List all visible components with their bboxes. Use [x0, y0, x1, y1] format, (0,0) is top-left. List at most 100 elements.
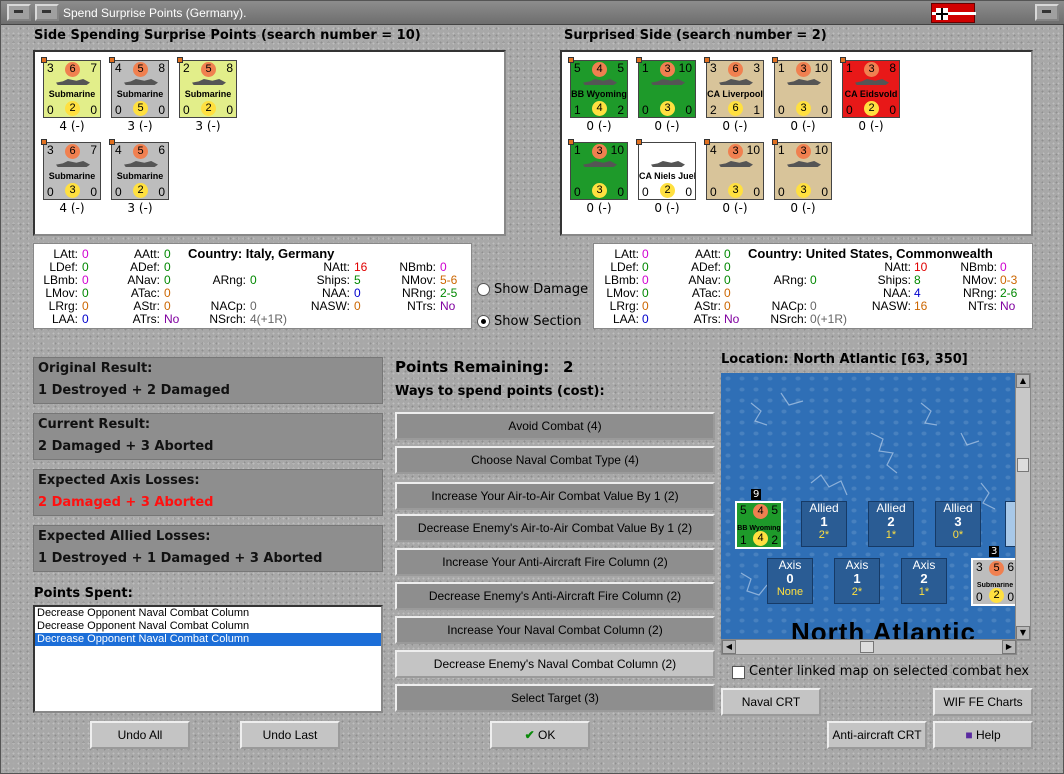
undo-all-button[interactable]: Undo All: [90, 721, 190, 749]
right-unit-counter[interactable]: 5 4 5 BB Wyoming 1 4 2: [568, 57, 628, 118]
increase-naval-combat-button[interactable]: Increase Your Naval Combat Column (2): [395, 616, 715, 644]
stat-value-nsrch: 0(+1R): [810, 312, 848, 326]
points-spent-list[interactable]: Decrease Opponent Naval Combat Column De…: [33, 605, 383, 713]
show-damage-label[interactable]: Show Damage: [494, 282, 588, 297]
axis-section-1[interactable]: Axis 1 2*: [834, 558, 880, 604]
unit-marker-icon: [636, 139, 642, 145]
close-button[interactable]: [1035, 4, 1059, 21]
right-unit-counter[interactable]: 3 6 3 CA Liverpool 2 6 1: [704, 57, 764, 118]
stat-value-anav: 0: [724, 273, 731, 287]
stat-label-laa: LAA:: [612, 312, 639, 326]
map-bb-wyoming-counter[interactable]: 5 4 5 BB Wyoming 1 4 2: [735, 501, 783, 549]
unit-tl: 5: [574, 61, 581, 75]
axis-section-2[interactable]: Axis 2 1*: [901, 558, 947, 604]
right-unit-counter[interactable]: CA Niels Juel 0 2 0: [636, 139, 696, 200]
center-map-checkbox[interactable]: [732, 666, 745, 679]
naval-crt-button[interactable]: Naval CRT: [721, 688, 821, 716]
unit-br: 0: [889, 103, 896, 117]
checkmark-icon: ✔: [524, 728, 535, 742]
scroll-right-icon[interactable]: ▶: [1002, 640, 1016, 654]
decrease-enemy-naval-combat-button[interactable]: Decrease Enemy's Naval Combat Column (2): [395, 650, 715, 678]
left-unit-counter[interactable]: 4 5 6 Submarine 0 2 0: [109, 139, 169, 200]
stat-label-nrng: NRng:: [962, 286, 997, 300]
unit-tr: 5: [617, 61, 624, 75]
stat-label-nbmb: NBmb:: [960, 260, 997, 274]
scroll-up-icon[interactable]: ▲: [1016, 374, 1030, 388]
help-button[interactable]: ■ Help: [933, 721, 1033, 749]
stat-label-arng: ARng:: [212, 273, 246, 287]
show-section-radio[interactable]: [477, 315, 490, 328]
wif-fe-charts-button[interactable]: WIF FE Charts: [933, 688, 1033, 716]
stat-label-ldef: LDef:: [610, 260, 639, 274]
scroll-left-icon[interactable]: ◀: [722, 640, 736, 654]
unit-tr: 10: [814, 61, 828, 75]
points-spent-item-selected[interactable]: Decrease Opponent Naval Combat Column: [35, 633, 381, 646]
unit-br: 0: [685, 103, 692, 117]
right-unit-counter[interactable]: 1 3 10 0 3 0: [772, 57, 832, 118]
right-unit-counter[interactable]: 1 3 8 CA Eidsvold 0 2 0: [840, 57, 900, 118]
left-unit-counter[interactable]: 3 6 7 Submarine 0 2 0: [41, 57, 101, 118]
allied-section-3[interactable]: Allied 3 0*: [935, 501, 981, 547]
ways-to-spend-label: Ways to spend points (cost):: [395, 384, 605, 399]
right-unit-counter[interactable]: 1 3 10 0 3 0: [636, 57, 696, 118]
anti-aircraft-crt-button[interactable]: Anti-aircraft CRT: [827, 721, 927, 749]
right-unit-counter[interactable]: 1 3 10 0 3 0: [772, 139, 832, 200]
select-target-button[interactable]: Select Target (3): [395, 684, 715, 712]
system-menu-button[interactable]: [7, 4, 31, 21]
decrease-enemy-aa-fire-button[interactable]: Decrease Enemy's Anti-Aircraft Fire Colu…: [395, 582, 715, 610]
choose-naval-combat-type-button[interactable]: Choose Naval Combat Type (4): [395, 446, 715, 474]
increase-air-to-air-button[interactable]: Increase Your Air-to-Air Combat Value By…: [395, 482, 715, 510]
stat-value-nrng: 2-6: [1000, 286, 1018, 300]
allied-section-value: 1*: [885, 529, 897, 541]
map-unit-bl: 1: [740, 533, 747, 547]
stat-label-adef: ADef:: [690, 260, 721, 274]
scroll-down-icon[interactable]: ▼: [1016, 626, 1030, 640]
horizontal-scroll-thumb[interactable]: [860, 641, 874, 653]
stat-value-lmov: 0: [642, 286, 649, 300]
unit-c: 3: [592, 144, 607, 159]
allied-section-2[interactable]: Allied 2 1*: [868, 501, 914, 547]
left-unit-counter[interactable]: 4 5 8 Submarine 0 5 0: [109, 57, 169, 118]
points-spent-item[interactable]: Decrease Opponent Naval Combat Column: [35, 620, 381, 633]
stat-value-adef: 0: [724, 260, 731, 274]
ok-button[interactable]: ✔ OK: [490, 721, 590, 749]
stat-value-ships: 8: [914, 273, 921, 287]
decrease-enemy-air-to-air-button[interactable]: Decrease Enemy's Air-to-Air Combat Value…: [395, 514, 715, 542]
map-horizontal-scrollbar[interactable]: ◀ ▶: [721, 639, 1017, 655]
stat-value-astr: 0: [164, 299, 171, 313]
stat-value-atrs: No: [724, 312, 740, 326]
minimize-button[interactable]: [35, 4, 59, 21]
vertical-scroll-thumb[interactable]: [1017, 458, 1029, 472]
left-unit-loss: 4 (-): [59, 119, 85, 133]
stat-value-nasw: 16: [914, 299, 928, 313]
help-book-icon: ■: [965, 728, 973, 742]
map-vertical-scrollbar[interactable]: ▲ ▼: [1015, 373, 1031, 641]
right-unit-loss: 0 (-): [722, 201, 748, 215]
allied-section-1[interactable]: Allied 1 2*: [801, 501, 847, 547]
show-damage-radio[interactable]: [477, 283, 490, 296]
stat-label-lmov: LMov:: [45, 286, 78, 300]
left-unit-counter[interactable]: 3 6 7 Submarine 0 3 0: [41, 139, 101, 200]
points-spent-item[interactable]: Decrease Opponent Naval Combat Column: [35, 607, 381, 620]
map-submarine-counter[interactable]: 3 5 6 Submarine 0 2 0: [971, 558, 1017, 606]
show-section-label[interactable]: Show Section: [494, 314, 582, 329]
stat-label-naa: NAA:: [321, 286, 350, 300]
unit-c: 5: [133, 144, 148, 159]
center-map-label[interactable]: Center linked map on selected combat hex: [749, 664, 1029, 679]
right-unit-counter[interactable]: 4 3 10 0 3 0: [704, 139, 764, 200]
avoid-combat-button[interactable]: Avoid Combat (4): [395, 412, 715, 440]
increase-aa-fire-button[interactable]: Increase Your Anti-Aircraft Fire Column …: [395, 548, 715, 576]
country-label: Country: United States, Commonwealth: [748, 246, 993, 261]
stat-label-nmov: NMov:: [962, 273, 997, 287]
unit-bl: 0: [778, 185, 785, 199]
original-result-label: Original Result:: [38, 361, 153, 376]
axis-losses-box: Expected Axis Losses: 2 Damaged + 3 Abor…: [33, 469, 383, 516]
stat-value-ntrs: No: [1000, 299, 1016, 313]
map-unit2-tl: 3: [976, 560, 983, 574]
undo-last-button[interactable]: Undo Last: [240, 721, 340, 749]
right-unit-counter[interactable]: 1 3 10 0 3 0: [568, 139, 628, 200]
map-view[interactable]: 5 4 5 BB Wyoming 1 4 2 9 Allied 1 2* All…: [721, 373, 1017, 641]
axis-section-0[interactable]: Axis 0 None: [767, 558, 813, 604]
unit-tr: 8: [226, 61, 233, 75]
left-unit-counter[interactable]: 2 5 8 Submarine 0 2 0: [177, 57, 237, 118]
